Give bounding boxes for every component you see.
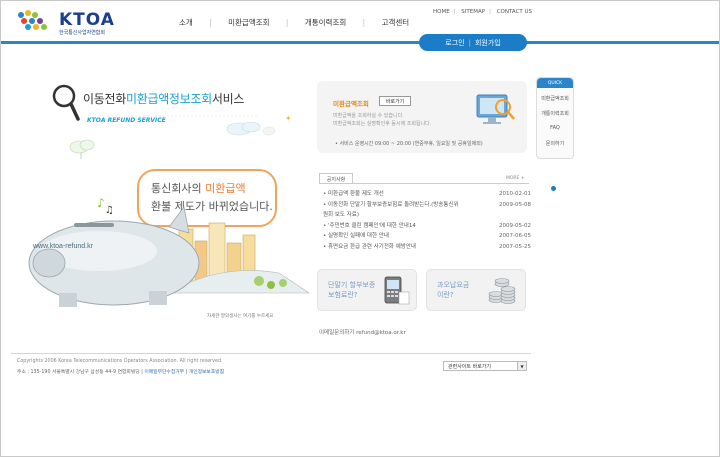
related-sites-select[interactable]: 관련사이트 바로가기 ▼: [443, 361, 527, 371]
top-link-separator: |: [489, 9, 491, 15]
banner-2-text: 과오납요금 이란?: [437, 280, 469, 300]
footer-address-row: 주소 : 135-190 서울특별시 강남구 삼성동 44-9 연합회빌딩 | …: [17, 368, 224, 375]
nav-divider: |: [285, 18, 289, 27]
nav-item-refund[interactable]: 미환급액조회: [228, 17, 269, 28]
banner-overpaid-charges[interactable]: 과오납요금 이란?: [426, 269, 526, 311]
hero-title-highlight: 미환급액정보조회: [125, 92, 212, 106]
notice-title: • 실명확인 실패에 대한 안내: [323, 233, 389, 239]
quick-item-history[interactable]: 개통이력조회: [537, 110, 573, 117]
mobile-phone-icon: [384, 276, 410, 305]
banner-2-line-1: 과오납요금: [437, 281, 470, 289]
nav-divider: |: [209, 18, 212, 27]
footer-link-privacy[interactable]: 개인정보보호방침: [189, 370, 224, 375]
piggy-bank-illustration: ♪ ♫ www.ktoa-refund.kr: [28, 196, 310, 307]
nav-item-intro[interactable]: 소개: [179, 17, 193, 28]
quick-menu-top-dot[interactable]: [551, 186, 556, 191]
nav-item-history[interactable]: 개통이력조회: [305, 17, 346, 28]
notice-item[interactable]: • 휴면요금 환급 관련 사기전화 예방안내 2007-05-25: [319, 242, 531, 253]
notice-title: 원회 보도 자료): [323, 212, 360, 218]
notice-item[interactable]: • 미환급액 환불 제도 개선 2010-02-01: [319, 189, 531, 200]
banner-installment-insurance[interactable]: 단말기 할부보증 보험료란?: [317, 269, 417, 311]
related-sites-label: 관련사이트 바로가기: [448, 363, 491, 370]
notice-item[interactable]: 원회 보도 자료): [319, 210, 531, 221]
join-button[interactable]: 회원가입: [475, 38, 501, 48]
service-title: 미환급액조회: [333, 100, 369, 108]
page-frame: KTOA 한국통신사업자연합회 HOME | SITEMAP | CONTACT U…: [0, 0, 720, 457]
svg-text:♫: ♫: [105, 205, 114, 216]
service-hours: • 서비스 운영시간 09:00 ~ 20:00 (연중무휴, 일요일 및 공휴…: [335, 141, 483, 147]
notice-more-link[interactable]: MORE +: [506, 176, 525, 181]
footer-divider: [11, 353, 531, 354]
header-divider: [1, 41, 719, 44]
copyright: Copyrights 2006 Korea Telecommunications…: [17, 359, 223, 364]
refund-service-panel: 미환급액조회 바로가기 미환급액을 조회하실 수 있습니다. 미환급액조회는 실…: [317, 81, 527, 153]
piggy-url-text: www.ktoa-refund.kr: [32, 243, 94, 250]
quick-menu: QUICK 미환급액조회 개통이력조회 FAQ 문의하기: [536, 77, 574, 159]
notice-list: • 미환급액 환불 제도 개선 2010-02-01 • 이동전화 단말기 할부보…: [319, 189, 531, 252]
footer-address: 주소 : 135-190 서울특별시 강남구 삼성동 44-9 연합회빌딩: [17, 370, 140, 375]
logo-subtitle: 한국통신사업자연합회: [59, 30, 106, 36]
hero-subtitle: KTOA REFUND SERVICE: [87, 117, 166, 124]
svg-text:✦: ✦: [285, 114, 292, 123]
login-tab: 로그인 | 회원가입: [419, 34, 527, 51]
notice-title: • '주민번호 클린 캠페인'에 대한 안내14: [323, 222, 416, 229]
footer-link-email-refusal[interactable]: 이메일무단수집거부: [144, 370, 184, 375]
service-desc-1: 미환급액을 조회하실 수 있습니다.: [333, 113, 404, 119]
nav-divider: |: [362, 18, 366, 27]
hero-title-suffix: 서비스: [211, 92, 245, 106]
top-link-contact[interactable]: CONTACT US: [497, 9, 532, 15]
notice-date: 2010-02-01: [499, 191, 531, 197]
notice-title: • 휴면요금 환급 관련 사기전화 예방안내: [323, 243, 416, 250]
notice-divider: [319, 183, 529, 184]
main-nav: 소개 | 미환급액조회 | 개통이력조회 | 고객센터: [179, 17, 409, 28]
notice-date: 2007-06-05: [499, 233, 531, 239]
top-links: HOME | SITEMAP | CONTACT US: [433, 9, 536, 15]
notice-title: • 미환급액 환불 제도 개선: [323, 191, 384, 197]
quick-item-faq[interactable]: FAQ: [537, 125, 573, 131]
quick-item-inquiry[interactable]: 문의하기: [537, 140, 573, 147]
login-separator: |: [468, 38, 471, 47]
login-button[interactable]: 로그인: [445, 38, 464, 48]
notice-date: 2009-05-08: [499, 201, 531, 208]
hero-title-prefix: 이동전화: [83, 92, 126, 106]
banner-2-line-2: 이란?: [437, 291, 454, 299]
monitor-search-icon: [476, 94, 515, 124]
service-go-button[interactable]: 바로가기: [379, 96, 411, 106]
notice-item[interactable]: • 실명확인 실패에 대한 안내 2007-06-05: [319, 231, 531, 242]
hero-title: 이동전화미환급액정보조회서비스: [83, 90, 244, 107]
top-link-sitemap[interactable]: SITEMAP: [461, 9, 485, 15]
notice-item[interactable]: • '주민번호 클린 캠페인'에 대한 안내14 2009-05-02: [319, 221, 531, 232]
quick-menu-header: QUICK: [537, 78, 573, 88]
logo-mark-icon: [18, 10, 47, 30]
banner-1-line-1: 단말기 할부보증: [328, 281, 376, 289]
notice-item[interactable]: • 이동전화 단말기 할부보증보험료 돌려받는다.(방송통신위 2009-05-0…: [319, 200, 531, 211]
nav-item-support[interactable]: 고객센터: [382, 17, 410, 28]
top-link-separator: |: [453, 9, 456, 15]
email-contact[interactable]: 이메일문의하기 refund@ktoa.or.kr: [319, 328, 406, 336]
notice-title: • 이동전화 단말기 할부보증보험료 돌려받는다.(방송통신위: [323, 201, 459, 208]
banner-1-line-2: 보험료란?: [328, 291, 358, 299]
ktoa-logo[interactable]: KTOA 한국통신사업자연합회: [15, 9, 115, 37]
svg-text:♪: ♪: [97, 196, 105, 210]
top-link-home[interactable]: HOME: [433, 9, 450, 15]
notice-date: 2007-05-25: [499, 243, 531, 250]
notice-date: 2009-05-02: [499, 222, 531, 229]
chevron-down-icon: ▼: [517, 362, 526, 370]
quick-item-refund[interactable]: 미환급액조회: [537, 95, 573, 102]
banner-1-text: 단말기 할부보증 보험료란?: [328, 280, 375, 300]
logo-text: KTOA: [59, 10, 115, 30]
coins-icon: [488, 278, 516, 304]
hero-note-link[interactable]: 자세한 말의생사는 여기를 누르세요: [207, 313, 273, 319]
service-desc-2: 미환급액조회는 실명확인후 동시에 조회됩니다.: [333, 121, 432, 127]
